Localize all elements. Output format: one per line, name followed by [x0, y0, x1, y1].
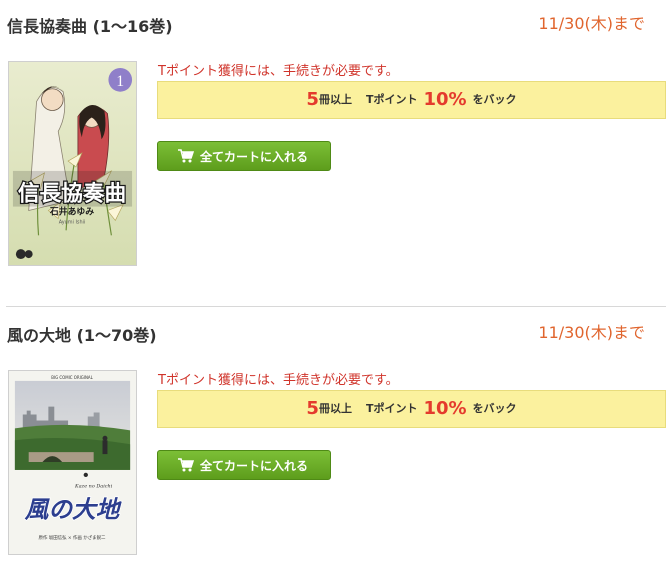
series-logo: 信長協奏曲 [18, 181, 126, 207]
point-campaign-banner: 5冊以上 Tポイント 10% をバック [157, 390, 666, 428]
author-romaji: Ayumi Ishii [59, 219, 86, 225]
campaign-point-label: Tポイント [365, 93, 418, 106]
item-divider [6, 306, 666, 307]
series-romaji: Kaze no Daichi [74, 484, 113, 490]
campaign-deadline: 11/30(木)まで [538, 14, 645, 33]
cart-button-label: 全てカートに入れる [200, 149, 309, 164]
campaign-rate: 10% [423, 89, 467, 110]
campaign-suffix: をバック [472, 402, 517, 415]
add-all-to-cart-button[interactable]: 全てカートに入れる [157, 450, 331, 480]
volume-badge: 1 [116, 73, 124, 90]
t-point-notice: Tポイント獲得には、手続きが必要です。 [158, 64, 399, 79]
campaign-deadline: 11/30(木)まで [538, 323, 645, 342]
t-point-notice: Tポイント獲得には、手続きが必要です。 [158, 373, 399, 388]
cart-icon [178, 458, 194, 472]
series-logo: 風の大地 [24, 495, 123, 523]
point-campaign-banner: 5冊以上 Tポイント 10% をバック [157, 81, 666, 119]
cart-icon [178, 149, 194, 163]
campaign-point-label: Tポイント [365, 402, 418, 415]
campaign-count: 5 [306, 89, 319, 110]
book-cover[interactable]: BIG COMIC ORIGINAL 風の大地 Kaze no Daichi 原… [8, 370, 137, 555]
product-item: 信長協奏曲 (1〜16巻) 11/30(木)まで 1 信長協奏曲 石井あゆみ A… [0, 0, 672, 290]
campaign-count-suffix: 冊以上 [318, 93, 352, 106]
product-item: 風の大地 (1〜70巻) 11/30(木)まで BIG COMIC ORIGIN… [0, 309, 672, 584]
campaign-suffix: をバック [472, 93, 517, 106]
campaign-rate: 10% [423, 398, 467, 419]
author-credit: 原作 坂田信弘 × 作画 かざま鋭二 [39, 534, 106, 541]
product-title[interactable]: 信長協奏曲 (1〜16巻) [7, 13, 173, 37]
product-title[interactable]: 風の大地 (1〜70巻) [7, 322, 157, 346]
author-name: 石井あゆみ [49, 205, 94, 217]
cart-button-label: 全てカートに入れる [200, 458, 309, 473]
imprint-label: BIG COMIC ORIGINAL [51, 375, 93, 380]
book-cover[interactable]: 1 信長協奏曲 石井あゆみ Ayumi Ishii [8, 61, 137, 266]
campaign-count: 5 [306, 398, 319, 419]
add-all-to-cart-button[interactable]: 全てカートに入れる [157, 141, 331, 171]
campaign-count-suffix: 冊以上 [318, 402, 352, 415]
